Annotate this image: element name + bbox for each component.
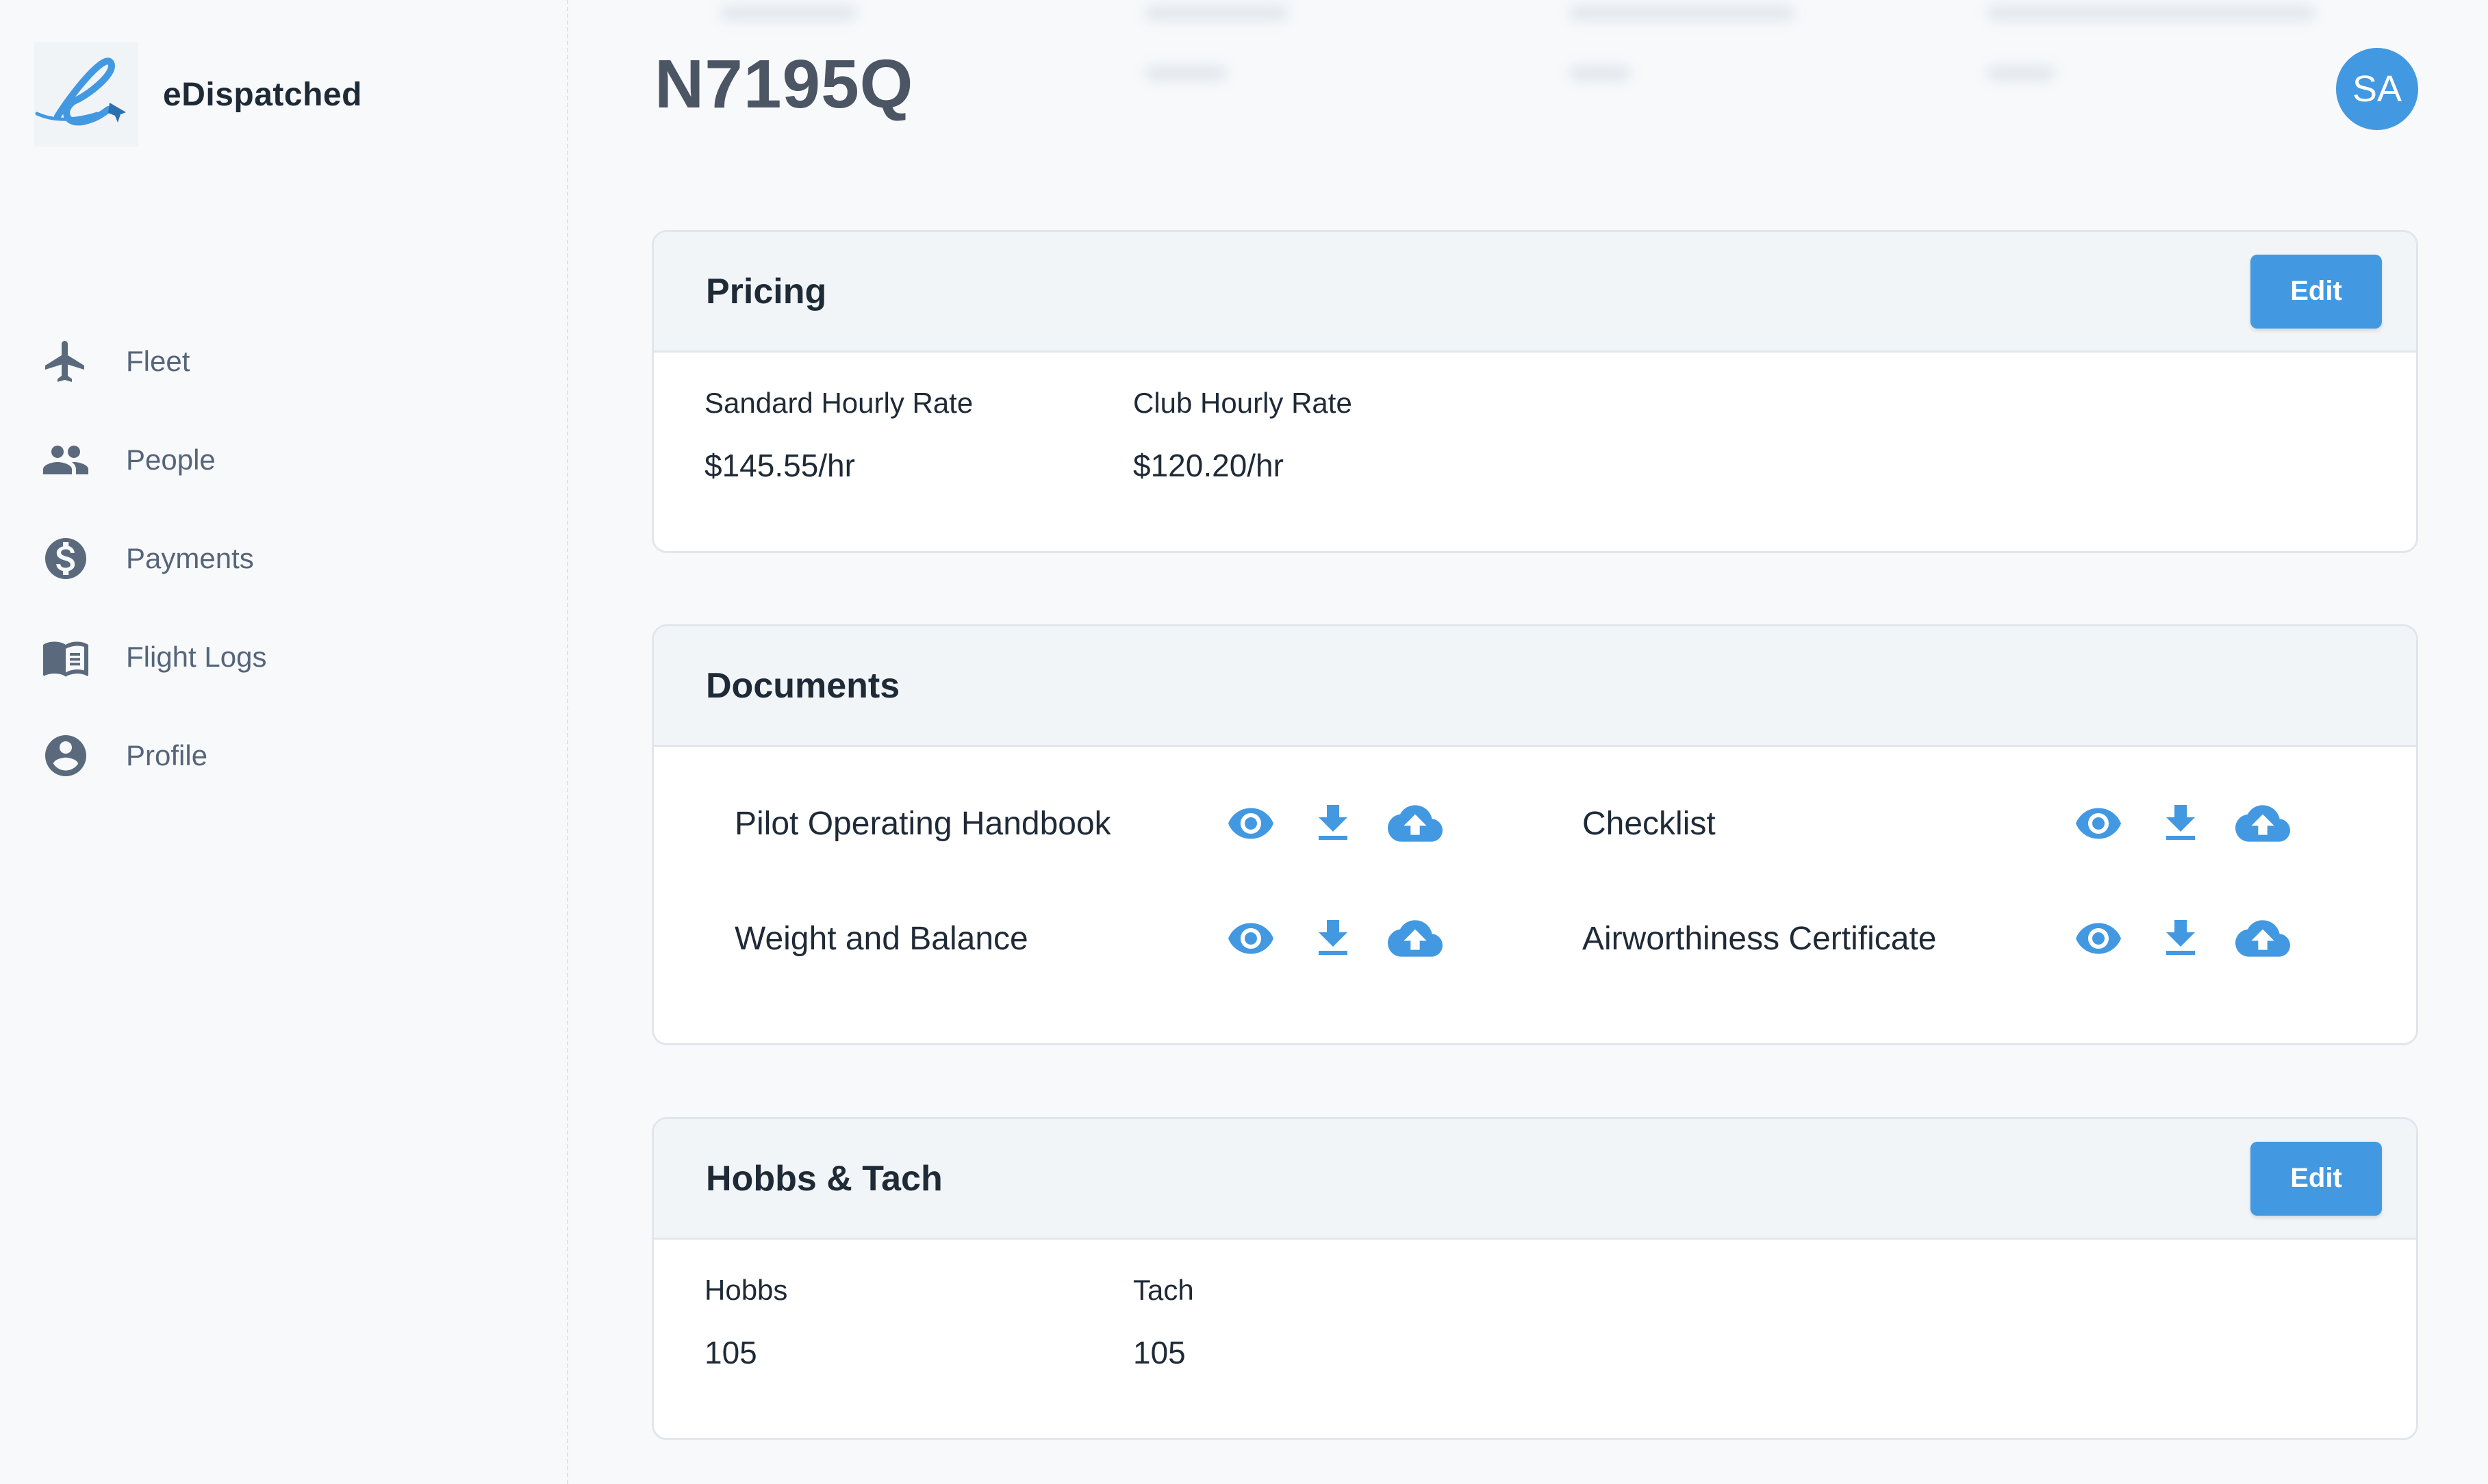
sidebar-item-label: Flight Logs — [126, 641, 267, 673]
standard-rate-value: $145.55/hr — [704, 448, 855, 483]
sidebar-item-profile[interactable]: Profile — [41, 706, 266, 805]
documents-body: Pilot Operating Handbook Checklist Weigh… — [654, 747, 2416, 1043]
hobbs: Hobbs 105 — [704, 1274, 787, 1371]
document-item: Pilot Operating Handbook — [735, 789, 1111, 858]
sidebar-item-flight-logs[interactable]: Flight Logs — [41, 608, 266, 706]
documents-header: Documents — [654, 626, 2416, 747]
scrolled-content-blur — [665, 0, 2363, 148]
club-rate: Club Hourly Rate $120.20/hr — [1133, 387, 1352, 484]
documents-title: Documents — [706, 665, 900, 706]
document-actions — [1223, 911, 1443, 966]
dollar-circle-icon — [41, 534, 90, 583]
eye-icon[interactable] — [1223, 911, 1278, 966]
pricing-card: Pricing Edit Sandard Hourly Rate $145.55… — [652, 230, 2418, 553]
cloud-upload-icon[interactable] — [1388, 911, 1443, 966]
page-title: N7195Q — [655, 46, 914, 123]
hobbs-tach-edit-button[interactable]: Edit — [2250, 1141, 2382, 1216]
document-item: Checklist — [1582, 789, 1716, 858]
cloud-upload-icon[interactable] — [2235, 911, 2290, 966]
main-content: N7195Q SA Pricing Edit Sandard Hourly Ra… — [570, 0, 2488, 1484]
sidebar-item-label: Profile — [126, 739, 208, 771]
sidebar-item-label: People — [126, 444, 216, 476]
standard-rate-label: Sandard Hourly Rate — [704, 387, 974, 419]
brand[interactable]: eDispatched — [34, 42, 362, 146]
sidebar-item-people[interactable]: People — [41, 411, 266, 509]
pricing-header: Pricing Edit — [654, 232, 2416, 353]
document-actions — [2071, 796, 2290, 851]
sidebar-item-label: Payments — [126, 542, 254, 574]
eye-icon[interactable] — [1223, 796, 1278, 851]
club-rate-label: Club Hourly Rate — [1133, 387, 1352, 419]
hobbs-value: 105 — [704, 1335, 757, 1370]
cloud-upload-icon[interactable] — [1388, 796, 1443, 851]
hobbs-tach-body: Hobbs 105 Tach 105 — [654, 1240, 2416, 1438]
sidebar-item-fleet[interactable]: Fleet — [41, 312, 266, 411]
document-actions — [2071, 911, 2290, 966]
hobbs-tach-header: Hobbs & Tach Edit — [654, 1119, 2416, 1240]
airplane-icon — [41, 337, 90, 386]
sidebar: eDispatched Fleet People Payments Flight… — [0, 0, 568, 1484]
hobbs-tach-card: Hobbs & Tach Edit Hobbs 105 Tach 105 — [652, 1117, 2418, 1440]
document-item: Weight and Balance — [735, 904, 1028, 973]
pricing-edit-button[interactable]: Edit — [2250, 254, 2382, 329]
document-actions — [1223, 796, 1443, 851]
eye-icon[interactable] — [2071, 911, 2126, 966]
user-circle-icon — [41, 731, 90, 780]
cloud-upload-icon[interactable] — [2235, 796, 2290, 851]
avatar[interactable]: SA — [2336, 48, 2418, 130]
pricing-body: Sandard Hourly Rate $145.55/hr Club Hour… — [654, 353, 2416, 551]
sidebar-item-label: Fleet — [126, 345, 190, 377]
edispatched-logo — [34, 42, 138, 146]
brand-name: eDispatched — [163, 76, 362, 113]
app-root: eDispatched Fleet People Payments Flight… — [0, 0, 2488, 1484]
book-icon — [41, 632, 90, 682]
documents-card: Documents Pilot Operating Handbook Check… — [652, 624, 2418, 1045]
download-icon[interactable] — [2153, 796, 2208, 851]
document-name: Weight and Balance — [735, 920, 1028, 957]
document-name: Airworthiness Certificate — [1582, 920, 1937, 957]
tach: Tach 105 — [1133, 1274, 1194, 1371]
eye-icon[interactable] — [2071, 796, 2126, 851]
hobbs-tach-title: Hobbs & Tach — [706, 1158, 943, 1199]
download-icon[interactable] — [2153, 911, 2208, 966]
sidebar-nav: Fleet People Payments Flight Logs Profil… — [41, 312, 266, 805]
tach-value: 105 — [1133, 1335, 1186, 1370]
document-name: Pilot Operating Handbook — [735, 805, 1111, 842]
document-name: Checklist — [1582, 805, 1716, 842]
document-item: Airworthiness Certificate — [1582, 904, 1937, 973]
download-icon[interactable] — [1306, 796, 1360, 851]
club-rate-value: $120.20/hr — [1133, 448, 1284, 483]
standard-rate: Sandard Hourly Rate $145.55/hr — [704, 387, 973, 484]
people-icon — [41, 435, 90, 485]
hobbs-label: Hobbs — [704, 1274, 788, 1306]
download-icon[interactable] — [1306, 911, 1360, 966]
sidebar-item-payments[interactable]: Payments — [41, 509, 266, 608]
pricing-title: Pricing — [706, 271, 827, 311]
tach-label: Tach — [1133, 1274, 1194, 1306]
